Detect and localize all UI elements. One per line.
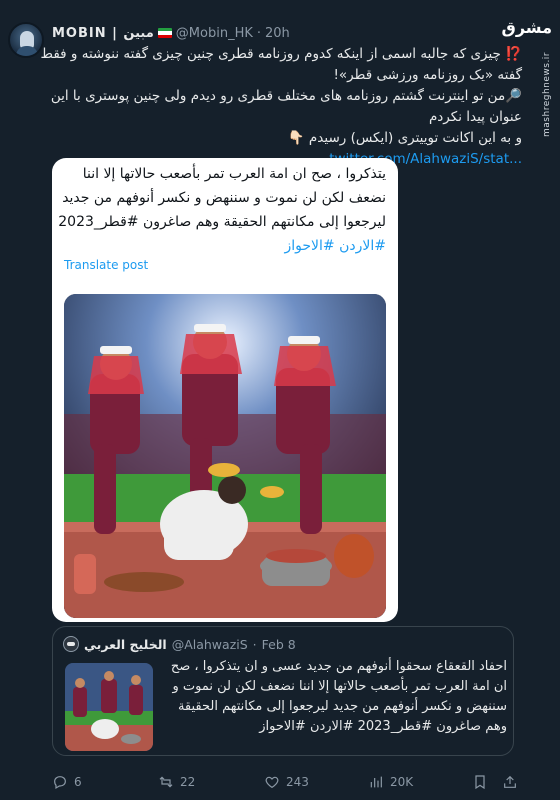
tweet-header: MOBIN | مبین @Mobin_HK · 20h [52,24,532,42]
tweet-text-line: و به این اکانت توییتری (ایکس) رسیدم 👇🏻 [287,130,522,146]
tweet-text-line: گفته «یک روزنامه ورزشی قطر»! [333,67,523,83]
bookmark-button[interactable] [472,774,488,790]
separator-dot: · [256,25,262,41]
card-text-line: نضعف لكن لن نموت و سننهض و نكسر أنوفهم م… [62,190,386,206]
tweet-article[interactable]: MOBIN | مبین @Mobin_HK · 20h مشرق mashre… [0,0,560,800]
card-text-line: ليرجعوا إلى مكانتهم الحقيقة وهم صاغرون #… [58,214,386,230]
quoted-thumbnail-illustration [65,663,153,751]
quoted-text-line: سننهض و نكسر أنوفهم من جديد ليرجعوا إلى … [177,699,507,714]
author-display-name[interactable]: MOBIN | مبین [52,26,154,41]
poster-image[interactable] [64,294,386,618]
quoted-author-avatar[interactable] [63,636,79,652]
tweet-text-line: ⁉️ چیزی که جالبه اسمی از اینکه کدوم روزن… [40,46,522,62]
card-text-line: يتذكروا ، صح ان امة العرب تمر بأصعب حالا… [82,166,386,182]
tweet-timestamp[interactable]: 20h [265,26,290,41]
quoted-tweet-thumbnail[interactable] [65,663,153,751]
view-count: 20K [390,775,414,789]
quoted-tweet-text: احفاد القعقاع سحقوا أنوفهم من جديد عسى و… [161,657,507,737]
watermark: مشرق mashreghnews.ir [502,18,556,137]
screenshot-card[interactable]: يتذكروا ، صح ان امة العرب تمر بأصعب حالا… [52,158,398,622]
author-avatar[interactable] [8,22,44,58]
quoted-author-handle[interactable]: @AlahwaziS [172,637,248,652]
quoted-tweet-header: الخليج العربي @AlahwaziS · Feb 8 [63,635,363,653]
reply-icon [54,776,66,790]
author-handle[interactable]: @Mobin_HK [176,26,253,41]
heart-icon [265,776,279,789]
repost-button[interactable]: 22 [158,774,195,790]
like-count: 243 [286,775,309,789]
poster-illustration [64,294,386,618]
translate-post-link[interactable]: Translate post [64,258,148,272]
iran-flag-icon [157,28,172,38]
quoted-text-line: وهم صاغرون #قطر_2023 #الاردن #الاحواز [259,719,507,734]
quoted-tweet-date[interactable]: Feb 8 [262,637,296,652]
repost-icon [159,776,173,788]
share-button[interactable] [502,774,518,790]
repost-count: 22 [180,775,196,789]
tweet-text-line: عنوان پیدا نکردم [428,109,522,125]
separator-dot: · [252,636,257,652]
tweet-actions: 6 22 243 20K [52,770,522,794]
avatar-body-shape [16,46,38,56]
like-button[interactable]: 243 [264,774,309,790]
watermark-logo: مشرق [501,18,552,37]
reply-button[interactable]: 6 [52,774,82,790]
reply-count: 6 [74,775,82,789]
tweet-text: ⁉️ چیزی که جالبه اسمی از اینکه کدوم روزن… [40,44,523,170]
watermark-site: mashreghnews.ir [542,52,552,137]
views-button[interactable]: 20K [368,774,413,790]
quoted-text-line: احفاد القعقاع سحقوا أنوفهم من جديد عسى و… [170,659,507,674]
tweet-text-line: 🔎من تو اینترنت گشتم روزنامه های مختلف قط… [50,88,522,104]
quoted-tweet[interactable]: الخليج العربي @AlahwaziS · Feb 8 احفاد ا… [52,626,514,756]
bar-chart-icon [370,776,382,788]
quoted-text-line: ان امة العرب تمر بأصعب حالاتها إلا اننا … [172,679,507,694]
card-hashtags[interactable]: #الاردن #الاحواز [64,234,386,258]
bookmark-icon [475,775,485,790]
quoted-author-name[interactable]: الخليج العربي [84,637,167,652]
card-text: يتذكروا ، صح ان امة العرب تمر بأصعب حالا… [58,162,386,258]
share-icon [504,775,516,788]
